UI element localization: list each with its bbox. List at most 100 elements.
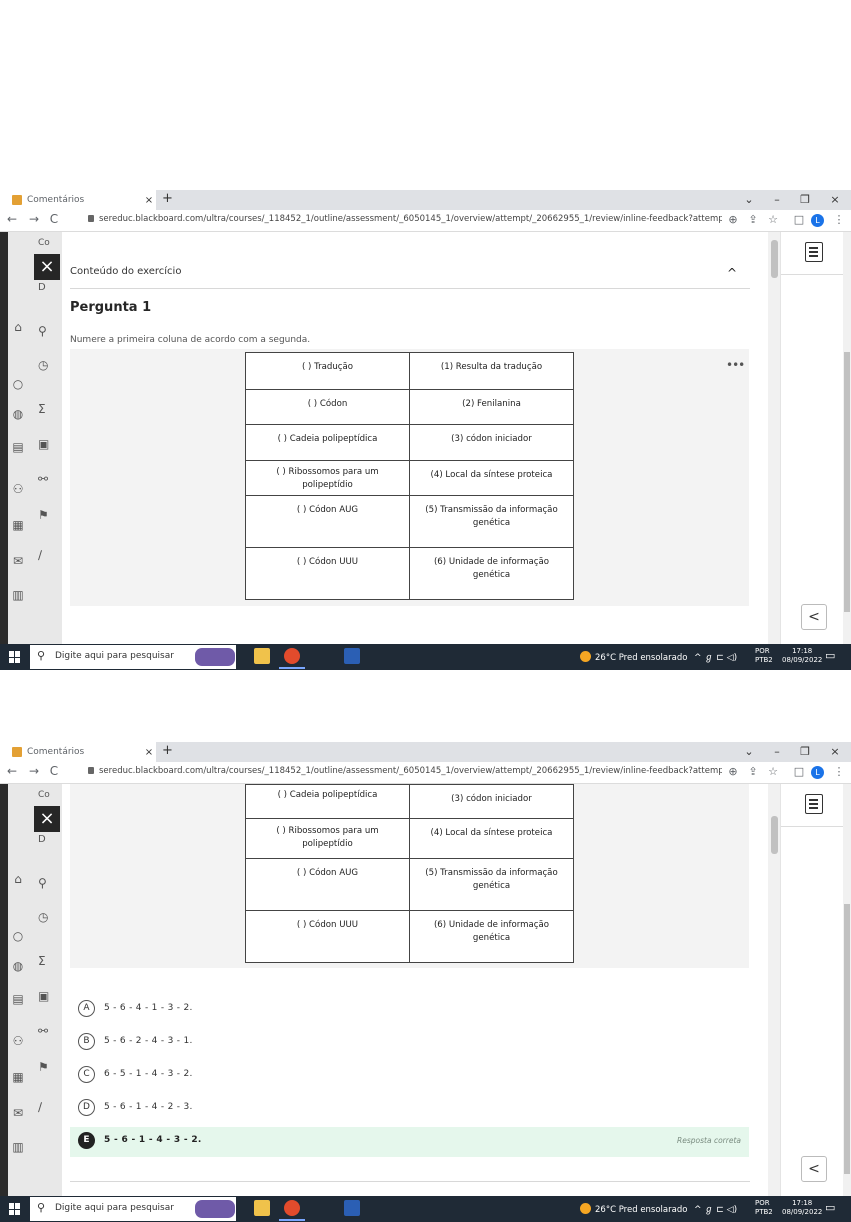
tab-search-chevron-icon[interactable]: ⌄ [738,190,760,210]
grades-icon[interactable]: ▥ [10,588,26,602]
tab-search-chevron-icon[interactable]: ⌄ [738,742,760,762]
link-nav-icon[interactable]: ∕ [38,1100,42,1114]
system-tray-icons[interactable]: ^ ℊ ⊏ ◁) [694,1202,737,1215]
profile-avatar[interactable]: L [811,766,824,779]
window-close-button[interactable]: × [824,742,846,762]
taskbar-search[interactable]: ⚲ Digite aqui para pesquisar [30,645,236,669]
collapse-chevron-icon[interactable]: ^ [727,266,737,280]
profile-icon[interactable]: ○ [10,929,26,943]
weather-widget[interactable]: 26°C Pred ensolarado [580,1203,687,1215]
comments-icon[interactable] [805,794,823,814]
link-nav-icon[interactable]: ∕ [38,548,42,562]
url-field[interactable]: sereduc.blackboard.com/ultra/courses/_11… [88,214,722,224]
pin-nav-icon[interactable]: ⚑ [38,1060,49,1074]
scrollbar-thumb[interactable] [771,816,778,854]
file-explorer-icon[interactable] [254,648,270,664]
word-icon[interactable] [344,648,360,664]
answer-option-b[interactable]: B 5 - 6 - 2 - 4 - 3 - 1. [70,1028,749,1056]
sigma-nav-icon[interactable]: Σ [38,954,46,968]
people-nav-icon[interactable]: ⚯ [38,1024,48,1038]
search-nav-icon[interactable]: ⚲ [38,876,47,890]
language-indicator[interactable]: POR PTB2 [755,647,773,665]
sigma-nav-icon[interactable]: Σ [38,402,46,416]
answer-option-c[interactable]: C 6 - 5 - 1 - 4 - 3 - 2. [70,1061,749,1089]
calendar-icon[interactable]: ▦ [10,1070,26,1084]
share-icon[interactable]: ⇪ [746,765,760,778]
chrome-icon[interactable] [284,1200,300,1216]
people-nav-icon[interactable]: ⚯ [38,472,48,486]
more-options-icon[interactable]: ••• [726,358,745,372]
reload-button[interactable]: C [46,764,62,778]
reload-button[interactable]: C [46,212,62,226]
assignment-nav-icon[interactable]: ▣ [38,989,49,1003]
close-panel-button[interactable]: × [34,254,60,280]
profile-icon[interactable]: ○ [10,377,26,391]
weather-widget[interactable]: 26°C Pred ensolarado [580,651,687,663]
grades-icon[interactable]: ▥ [10,1140,26,1154]
forward-button[interactable]: → [26,212,42,226]
collapse-panel-button[interactable]: < [801,604,827,630]
groups-icon[interactable]: ⚇ [10,1034,26,1048]
institution-icon[interactable]: ⌂ [10,320,26,334]
page-scrollbar-thumb[interactable] [844,352,850,612]
url-field[interactable]: sereduc.blackboard.com/ultra/courses/_11… [88,766,722,776]
zoom-icon[interactable]: ⊕ [726,765,740,778]
notifications-icon[interactable]: ▭ [825,1201,835,1214]
browser-tab[interactable]: Comentários × [0,190,156,210]
scrollbar-thumb[interactable] [771,240,778,278]
restore-button[interactable]: ❐ [794,190,816,210]
back-button[interactable]: ← [4,212,20,226]
browser-menu-icon[interactable]: ⋮ [832,213,846,226]
windows-start-icon[interactable] [9,651,21,663]
assignment-nav-icon[interactable]: ▣ [38,437,49,451]
side-panel-icon[interactable]: □ [792,213,806,226]
collapse-panel-button[interactable]: < [801,1156,827,1182]
globe-icon[interactable]: ◍ [10,407,26,421]
windows-start-icon[interactable] [9,1203,21,1215]
file-explorer-icon[interactable] [254,1200,270,1216]
clock[interactable]: 17:18 08/09/2022 [782,647,822,665]
activity-nav-icon[interactable]: ◷ [38,358,48,372]
browser-menu-icon[interactable]: ⋮ [832,765,846,778]
profile-avatar[interactable]: L [811,214,824,227]
courses-icon[interactable]: ▤ [10,440,26,454]
institution-icon[interactable]: ⌂ [10,872,26,886]
activity-nav-icon[interactable]: ◷ [38,910,48,924]
browser-tab[interactable]: Comentários × [0,742,156,762]
restore-button[interactable]: ❐ [794,742,816,762]
new-tab-button[interactable]: + [162,743,173,758]
search-nav-icon[interactable]: ⚲ [38,324,47,338]
window-close-button[interactable]: × [824,190,846,210]
zoom-icon[interactable]: ⊕ [726,213,740,226]
back-button[interactable]: ← [4,764,20,778]
page-scrollbar[interactable] [843,232,851,644]
chrome-icon[interactable] [284,648,300,664]
page-scrollbar[interactable] [843,784,851,1196]
minimize-button[interactable]: – [766,190,788,210]
calendar-icon[interactable]: ▦ [10,518,26,532]
bookmark-star-icon[interactable]: ☆ [766,213,780,226]
side-panel-icon[interactable]: □ [792,765,806,778]
system-tray-icons[interactable]: ^ ℊ ⊏ ◁) [694,650,737,663]
share-icon[interactable]: ⇪ [746,213,760,226]
messages-icon[interactable]: ✉ [10,1106,26,1120]
clock[interactable]: 17:18 08/09/2022 [782,1199,822,1217]
tab-close-icon[interactable]: × [142,195,156,206]
answer-option-a[interactable]: A 5 - 6 - 4 - 1 - 3 - 2. [70,995,749,1023]
content-scrollbar[interactable] [768,232,780,644]
courses-icon[interactable]: ▤ [10,992,26,1006]
messages-icon[interactable]: ✉ [10,554,26,568]
minimize-button[interactable]: – [766,742,788,762]
taskbar-search[interactable]: ⚲ Digite aqui para pesquisar [30,1197,236,1221]
notifications-icon[interactable]: ▭ [825,649,835,662]
new-tab-button[interactable]: + [162,191,173,206]
forward-button[interactable]: → [26,764,42,778]
page-scrollbar-thumb[interactable] [844,904,850,1174]
word-icon[interactable] [344,1200,360,1216]
comments-icon[interactable] [805,242,823,262]
answer-option-d[interactable]: D 5 - 6 - 1 - 4 - 2 - 3. [70,1094,749,1122]
language-indicator[interactable]: POR PTB2 [755,1199,773,1217]
groups-icon[interactable]: ⚇ [10,482,26,496]
answer-option-e[interactable]: E 5 - 6 - 1 - 4 - 3 - 2. Resposta corret… [70,1127,749,1157]
tab-close-icon[interactable]: × [142,747,156,758]
